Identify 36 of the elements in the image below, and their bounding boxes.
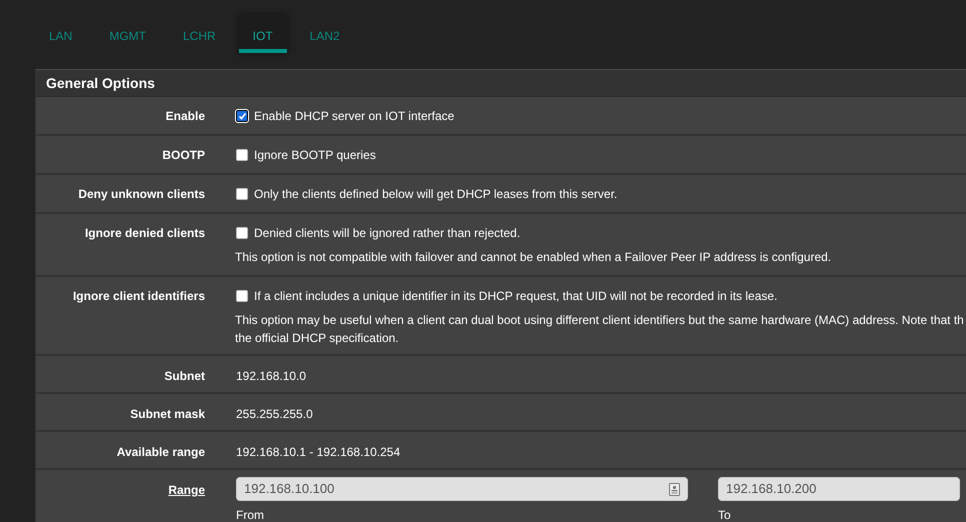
checkbox-label: Denied clients will be ignored rather than rejected.	[254, 225, 520, 241]
range-link[interactable]: Range	[36, 482, 205, 522]
field-caption: To	[718, 507, 732, 522]
field-label: Subnet mask	[129, 406, 205, 422]
field-label: Ignore denied clients	[84, 225, 205, 242]
field-value: 192.168.10.1 - 192.168.10.254	[236, 444, 402, 460]
checkbox[interactable]	[236, 290, 248, 302]
field-caption: From	[236, 507, 265, 522]
checkbox[interactable]	[236, 188, 248, 200]
checkbox[interactable]	[236, 149, 248, 161]
field-label: Available range	[116, 444, 205, 460]
tab[interactable]: MGMT	[95, 15, 160, 53]
checkbox[interactable]	[236, 110, 248, 122]
help-text: This option is not compatible with failover and cannot be enabled when a Failover Peer IP address is configured.	[235, 249, 832, 265]
field-label: Subnet	[163, 368, 205, 384]
tab[interactable]: LAN2	[296, 15, 354, 53]
field-label: Deny unknown clients	[77, 186, 205, 202]
checkbox[interactable]	[236, 227, 248, 239]
field-value: 192.168.10.0	[236, 368, 308, 384]
contact-card-icon[interactable]	[669, 482, 680, 496]
tab[interactable]: LCHR	[169, 15, 230, 53]
field-value: 255.255.255.0	[236, 406, 314, 422]
help-text: the official DHCP specification.	[235, 330, 400, 346]
input-field[interactable]: 192.168.10.200	[718, 477, 960, 501]
field-label: Enable	[164, 108, 205, 124]
checkbox-label: Enable DHCP server on IOT interface	[254, 108, 454, 124]
field-label: Ignore client identifiers	[72, 288, 205, 305]
panel-title: General Options	[36, 70, 966, 97]
tab[interactable]: IOT	[238, 15, 287, 53]
tab[interactable]: LAN	[35, 15, 86, 53]
checkbox-label: If a client includes a unique identifier in its DHCP request, that UID will not be recorded in its lease.	[254, 288, 778, 304]
input-field[interactable]: 192.168.10.100	[236, 477, 688, 501]
checkbox-label: Ignore BOOTP queries	[254, 147, 376, 163]
checkbox-label: Only the clients defined below will get DHCP leases from this server.	[254, 186, 618, 202]
field-label: BOOTP	[161, 147, 205, 163]
help-text: This option may be useful when a client can dual boot using different client identifiers but the same hardware (MAC) address. Note that th	[235, 312, 965, 328]
